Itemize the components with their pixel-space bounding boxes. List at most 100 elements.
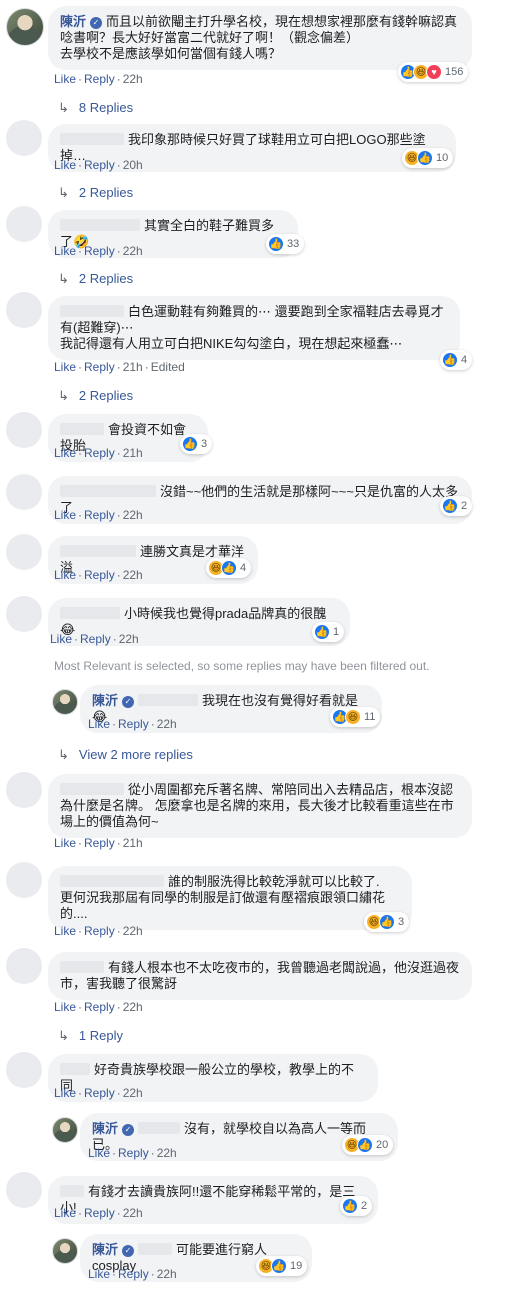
- view-replies-link[interactable]: ↳ 2 Replies: [58, 271, 133, 287]
- like-button[interactable]: Like: [54, 508, 76, 522]
- timestamp[interactable]: 22h: [123, 924, 143, 938]
- timestamp[interactable]: 22h: [123, 244, 143, 258]
- reaction-summary[interactable]: 😆 👍 3: [364, 912, 410, 932]
- like-button[interactable]: Like: [88, 717, 110, 731]
- view-replies-link[interactable]: ↳ 2 Replies: [58, 185, 133, 201]
- timestamp[interactable]: 22h: [123, 1000, 143, 1014]
- like-button[interactable]: Like: [54, 446, 76, 460]
- timestamp[interactable]: 21h: [123, 446, 143, 460]
- like-button[interactable]: Like: [54, 1000, 76, 1014]
- reply-button[interactable]: Reply: [80, 632, 111, 646]
- like-button[interactable]: Like: [88, 1146, 110, 1160]
- comment-author[interactable]: [60, 783, 124, 795]
- like-button[interactable]: Like: [54, 1206, 76, 1220]
- avatar[interactable]: [6, 120, 42, 156]
- reaction-summary[interactable]: 👍 4: [440, 350, 473, 370]
- reply-button[interactable]: Reply: [84, 158, 115, 172]
- reply-button[interactable]: Reply: [84, 924, 115, 938]
- reaction-summary[interactable]: 👍 3: [180, 434, 213, 454]
- reply-button[interactable]: Reply: [84, 1000, 115, 1014]
- reaction-summary[interactable]: 👍 1: [312, 622, 345, 642]
- reply-button[interactable]: Reply: [84, 508, 115, 522]
- timestamp[interactable]: 22h: [123, 1206, 143, 1220]
- comment-author[interactable]: [60, 485, 156, 497]
- avatar[interactable]: [6, 8, 44, 46]
- reply-button[interactable]: Reply: [84, 568, 115, 582]
- reply-button[interactable]: Reply: [84, 1086, 115, 1100]
- comment-author[interactable]: [60, 1185, 84, 1197]
- timestamp[interactable]: 22h: [123, 568, 143, 582]
- reply-button[interactable]: Reply: [84, 360, 115, 374]
- comment-author[interactable]: [60, 219, 140, 231]
- comment-author[interactable]: 陳沂: [92, 1242, 118, 1257]
- reaction-summary[interactable]: 👍 😆 11: [330, 707, 381, 727]
- like-button[interactable]: Like: [50, 632, 72, 646]
- view-replies-link[interactable]: ↳ 2 Replies: [58, 388, 133, 404]
- avatar[interactable]: [52, 1117, 78, 1143]
- reaction-summary[interactable]: 😆 👍 20: [342, 1135, 394, 1155]
- like-button[interactable]: Like: [88, 1267, 110, 1281]
- reply-button[interactable]: Reply: [84, 244, 115, 258]
- view-replies-link[interactable]: ↳ 8 Replies: [58, 100, 133, 116]
- view-more-replies-link[interactable]: ↳ View 2 more replies: [58, 747, 193, 763]
- avatar[interactable]: [6, 772, 42, 808]
- comment-author[interactable]: [60, 961, 104, 973]
- comment-author[interactable]: [60, 545, 136, 557]
- avatar[interactable]: [6, 412, 42, 448]
- avatar[interactable]: [6, 948, 42, 984]
- reaction-summary[interactable]: 👍 2: [340, 1196, 373, 1216]
- like-button[interactable]: Like: [54, 158, 76, 172]
- like-button[interactable]: Like: [54, 836, 76, 850]
- edited-label[interactable]: Edited: [151, 360, 185, 374]
- timestamp[interactable]: 22h: [123, 508, 143, 522]
- like-button[interactable]: Like: [54, 72, 76, 86]
- timestamp[interactable]: 22h: [123, 1086, 143, 1100]
- avatar[interactable]: [6, 1172, 42, 1208]
- avatar[interactable]: [52, 1238, 78, 1264]
- view-replies-link[interactable]: ↳ 1 Reply: [58, 1028, 123, 1044]
- avatar[interactable]: [6, 534, 42, 570]
- reply-button[interactable]: Reply: [84, 446, 115, 460]
- reaction-summary[interactable]: 😆 👍 19: [256, 1256, 308, 1276]
- reaction-summary[interactable]: 👍 😆 ♥ 156: [398, 62, 469, 82]
- comment-author[interactable]: 陳沂: [92, 693, 118, 708]
- reply-button[interactable]: Reply: [84, 72, 115, 86]
- reaction-summary[interactable]: 😆 👍 10: [402, 148, 454, 168]
- timestamp[interactable]: 20h: [123, 158, 143, 172]
- timestamp[interactable]: 22h: [119, 632, 139, 646]
- timestamp[interactable]: 21h: [123, 360, 143, 374]
- like-button[interactable]: Like: [54, 924, 76, 938]
- timestamp[interactable]: 22h: [157, 1267, 177, 1281]
- avatar[interactable]: [6, 206, 42, 242]
- reply-button[interactable]: Reply: [84, 836, 115, 850]
- timestamp[interactable]: 22h: [157, 1146, 177, 1160]
- comment-author[interactable]: [60, 1063, 90, 1075]
- comment-author[interactable]: [60, 423, 104, 435]
- reply-button[interactable]: Reply: [118, 1267, 149, 1281]
- avatar[interactable]: [6, 862, 42, 898]
- comment-author[interactable]: [60, 133, 124, 145]
- like-button[interactable]: Like: [54, 244, 76, 258]
- like-button[interactable]: Like: [54, 360, 76, 374]
- comment-author[interactable]: 陳沂: [60, 14, 86, 29]
- reaction-summary[interactable]: 😆 👍 4: [206, 558, 252, 578]
- avatar[interactable]: [6, 292, 42, 328]
- like-button[interactable]: Like: [54, 1086, 76, 1100]
- reaction-summary[interactable]: 👍 2: [440, 496, 473, 516]
- comment-author[interactable]: [60, 305, 124, 317]
- timestamp[interactable]: 22h: [123, 72, 143, 86]
- reaction-summary[interactable]: 👍 33: [266, 234, 305, 254]
- reply-button[interactable]: Reply: [118, 717, 149, 731]
- avatar[interactable]: [6, 474, 42, 510]
- comment-author[interactable]: [60, 607, 120, 619]
- comment-author[interactable]: 陳沂: [92, 1121, 118, 1136]
- avatar[interactable]: [52, 689, 78, 715]
- reply-button[interactable]: Reply: [84, 1206, 115, 1220]
- comment-author[interactable]: [60, 875, 164, 887]
- like-button[interactable]: Like: [54, 568, 76, 582]
- timestamp[interactable]: 22h: [157, 717, 177, 731]
- reply-button[interactable]: Reply: [118, 1146, 149, 1160]
- avatar[interactable]: [6, 596, 42, 632]
- timestamp[interactable]: 21h: [123, 836, 143, 850]
- avatar[interactable]: [6, 1052, 42, 1088]
